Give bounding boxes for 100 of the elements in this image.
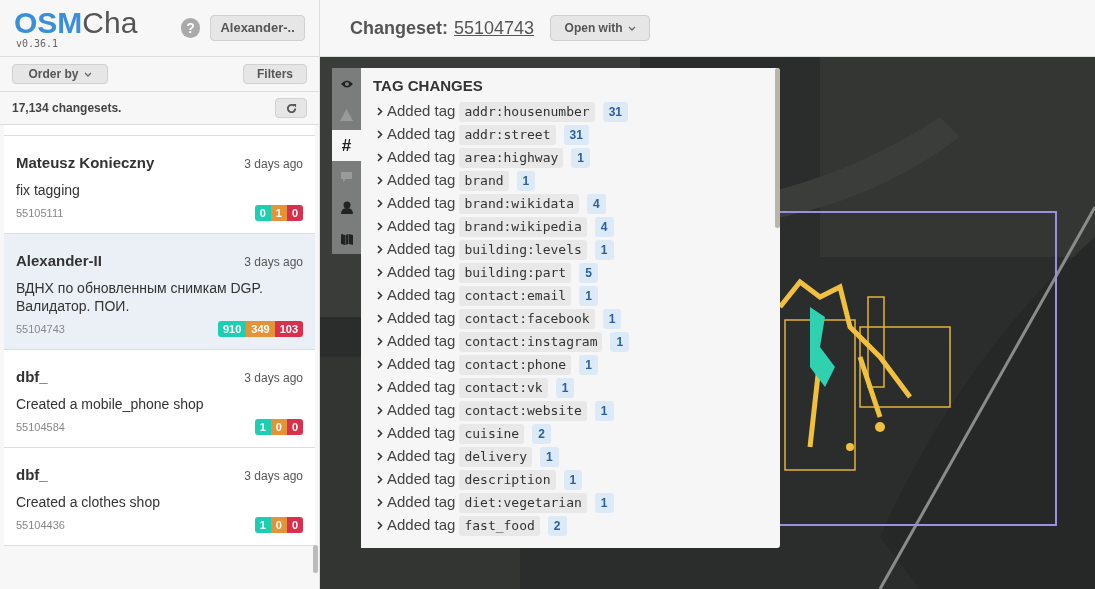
- chevron-icon: [627, 25, 636, 31]
- changeset-comment: fix tagging: [16, 180, 81, 199]
- chevron-icon[interactable]: [377, 222, 383, 231]
- tag-key: contact:instagram: [459, 331, 603, 352]
- changeset-id: 55104584: [16, 419, 65, 435]
- tag-key: area:highway: [459, 147, 564, 168]
- count-badge: 31: [602, 101, 628, 122]
- count-badge: 2: [532, 423, 551, 444]
- change-label: Added tag: [387, 423, 456, 444]
- refresh-icon: [285, 102, 297, 114]
- tag-key: building:levels: [459, 239, 587, 260]
- chevron-icon[interactable]: [377, 314, 383, 323]
- tag-key: contact:website: [459, 400, 587, 421]
- change-label: Added tag: [387, 515, 456, 536]
- chevron-icon[interactable]: [377, 291, 383, 300]
- tag-key: contact:phone: [459, 354, 572, 375]
- chevron-icon[interactable]: [377, 268, 383, 277]
- tag-key: fast_food: [459, 515, 540, 536]
- count-badge: 1: [579, 354, 598, 375]
- chevron-icon[interactable]: [377, 452, 383, 461]
- tag-key: contact:vk: [459, 377, 548, 398]
- changeset-comment: Created a mobile_phone shop: [16, 394, 205, 413]
- create-count: 1: [254, 516, 271, 533]
- change-label: Added tag: [387, 400, 456, 421]
- modify-count: 349: [246, 320, 275, 337]
- change-label: Added tag: [387, 262, 456, 283]
- warning-icon: [340, 108, 353, 121]
- changeset-item[interactable]: Mateusz Konieczny 3 days ago fix tagging 55105111 0 1 0: [4, 136, 315, 234]
- person-icon: [340, 201, 353, 214]
- tag-key: contact:facebook: [459, 308, 595, 329]
- changeset-label: Changeset:: [350, 16, 448, 40]
- chevron-icon[interactable]: [377, 245, 383, 254]
- chevron-icon[interactable]: [377, 153, 383, 162]
- change-label: Added tag: [387, 101, 456, 122]
- change-label: Added tag: [387, 331, 456, 352]
- tag-key: building:part: [459, 262, 572, 283]
- tag-key: brand: [459, 170, 509, 191]
- chevron-icon[interactable]: [377, 130, 383, 139]
- panel-tab[interactable]: #: [332, 130, 361, 161]
- count-badge: 4: [594, 216, 614, 237]
- chevron-icon[interactable]: [377, 521, 383, 530]
- count-badge: 1: [555, 377, 575, 398]
- chevron-icon[interactable]: [377, 406, 383, 415]
- change-label: Added tag: [387, 285, 456, 306]
- speech-bubble-icon: [340, 170, 353, 183]
- change-label: Added tag: [387, 239, 456, 260]
- changeset-item[interactable]: Alexander-II 3 days ago ВДНХ по обновленным снимкам DGP. Валидатор. ПОИ. 55104743 910 349 103: [4, 234, 315, 350]
- count-badge: 1: [594, 492, 614, 513]
- chevron-icon[interactable]: [377, 383, 383, 392]
- user-name: dbf_: [16, 367, 48, 387]
- count-badge: 31: [563, 124, 589, 145]
- time-ago: 3 days ago: [244, 468, 303, 485]
- scrollbar[interactable]: [775, 68, 780, 228]
- time-ago: 3 days ago: [244, 370, 303, 387]
- count-badge: 1: [571, 147, 590, 168]
- order-by-dropdown[interactable]: Order by: [12, 64, 108, 84]
- changeset-comment: Created a clothes shop: [16, 492, 161, 511]
- filters-button[interactable]: Filters: [243, 64, 307, 84]
- chevron-icon[interactable]: [377, 360, 383, 369]
- tag-key: contact:email: [459, 285, 572, 306]
- delete-count: 103: [274, 320, 303, 337]
- changeset-id: 55105111: [16, 205, 64, 221]
- count-badge: 1: [602, 308, 622, 329]
- change-label: Added tag: [387, 446, 456, 467]
- app-logo: OSMCha: [14, 7, 139, 38]
- chevron-icon[interactable]: [377, 107, 383, 116]
- tag-key: cuisine: [459, 423, 525, 444]
- changeset-item[interactable]: dbf_ 3 days ago Created a clothes shop 55104436 1 0 0: [4, 448, 315, 546]
- change-label: Added tag: [387, 147, 456, 168]
- change-label: Added tag: [387, 469, 456, 490]
- changeset-count: 17,134 changesets.: [12, 100, 122, 117]
- count-badge: 2: [547, 515, 567, 536]
- count-badge: 1: [563, 469, 583, 490]
- chevron-icon[interactable]: [377, 475, 383, 484]
- changeset-id: 55104436: [16, 517, 65, 533]
- tag-key: brand:wikipedia: [459, 216, 587, 237]
- change-label: Added tag: [387, 492, 456, 513]
- refresh-button[interactable]: [275, 98, 307, 118]
- tag-key: delivery: [459, 446, 533, 467]
- count-badge: 1: [516, 170, 536, 191]
- user-button[interactable]: Alexander-..: [210, 15, 305, 41]
- chevron-icon[interactable]: [377, 199, 383, 208]
- create-count: 0: [254, 204, 271, 221]
- chevron-icon[interactable]: [377, 498, 383, 507]
- chevron-icon: [83, 71, 92, 77]
- chevron-icon[interactable]: [377, 429, 383, 438]
- changeset-link[interactable]: 55104743: [454, 14, 535, 42]
- changeset-comment: ВДНХ по обновленным снимкам DGP. Валидатор. ПОИ.: [16, 278, 264, 315]
- change-label: Added tag: [387, 170, 456, 191]
- change-label: Added tag: [387, 354, 456, 375]
- chevron-icon[interactable]: [377, 337, 383, 346]
- chevron-icon[interactable]: [377, 176, 383, 185]
- scrollbar[interactable]: [313, 545, 318, 573]
- eye-icon: [339, 78, 354, 89]
- changeset-item[interactable]: dbf_ 3 days ago Created a mobile_phone shop 55104584 1 0 0: [4, 350, 315, 448]
- user-name: Mateusz Konieczny: [16, 153, 155, 173]
- open-with-dropdown[interactable]: Open with: [550, 15, 651, 41]
- map-icon: [340, 232, 353, 245]
- create-count: 1: [254, 418, 271, 435]
- version-label: v0.36.1: [15, 38, 60, 49]
